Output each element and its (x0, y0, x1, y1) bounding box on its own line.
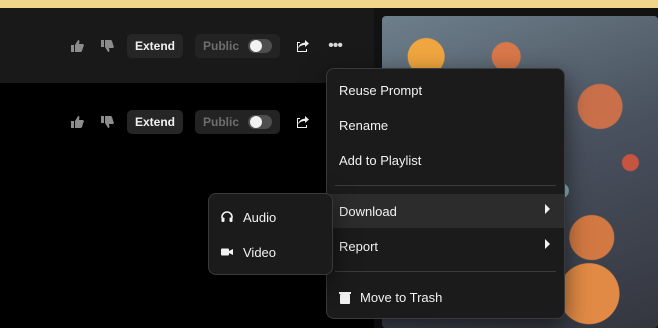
video-label: Video (243, 244, 277, 260)
download-audio-item[interactable]: Audio (209, 200, 332, 234)
rename-menu-item[interactable]: Rename (327, 108, 564, 142)
report-label: Report (339, 238, 379, 254)
move-to-trash-label: Move to Trash (360, 289, 443, 305)
download-menu-item[interactable]: Download (327, 194, 564, 228)
report-menu-item[interactable]: Report (327, 229, 564, 263)
more-icon[interactable]: ••• (326, 37, 344, 55)
thumb-down-icon[interactable] (97, 112, 117, 132)
top-accent-strip (0, 0, 658, 8)
reuse-prompt-label: Reuse Prompt (339, 82, 423, 98)
extend-button[interactable]: Extend (127, 34, 184, 58)
move-to-trash-menu-item[interactable]: Move to Trash (327, 280, 564, 314)
track-row-1-actions: Extend Public ••• (67, 34, 344, 58)
audio-label: Audio (243, 209, 277, 225)
thumb-up-icon[interactable] (67, 112, 87, 132)
menu-divider (335, 271, 556, 272)
share-icon[interactable] (294, 113, 312, 131)
thumb-up-icon[interactable] (67, 36, 87, 56)
download-video-item[interactable]: Video (209, 235, 332, 269)
download-label: Download (339, 203, 397, 219)
trash-icon (339, 291, 351, 304)
public-toggle-button[interactable]: Public (195, 34, 281, 58)
public-label: Public (203, 39, 240, 53)
switch-knob (250, 40, 263, 52)
chevron-right-icon (545, 239, 550, 249)
public-switch[interactable] (248, 115, 273, 129)
public-toggle-button[interactable]: Public (195, 110, 281, 134)
public-label: Public (203, 115, 240, 129)
extend-button[interactable]: Extend (127, 110, 184, 134)
track-context-menu: Reuse Prompt Rename Add to Playlist Down… (326, 68, 565, 319)
reuse-prompt-menu-item[interactable]: Reuse Prompt (327, 73, 564, 107)
download-submenu: Audio Video (208, 193, 333, 275)
share-icon[interactable] (294, 37, 312, 55)
switch-knob (250, 116, 263, 128)
thumb-down-icon[interactable] (97, 36, 117, 56)
track-row-2-actions: Extend Public (67, 110, 312, 134)
video-camera-icon (220, 245, 234, 259)
chevron-right-icon (545, 204, 550, 214)
rename-label: Rename (339, 117, 389, 133)
public-switch[interactable] (248, 39, 273, 53)
menu-divider (335, 185, 556, 186)
add-to-playlist-menu-item[interactable]: Add to Playlist (327, 143, 564, 177)
headphones-icon (220, 210, 234, 224)
add-to-playlist-label: Add to Playlist (339, 152, 422, 168)
